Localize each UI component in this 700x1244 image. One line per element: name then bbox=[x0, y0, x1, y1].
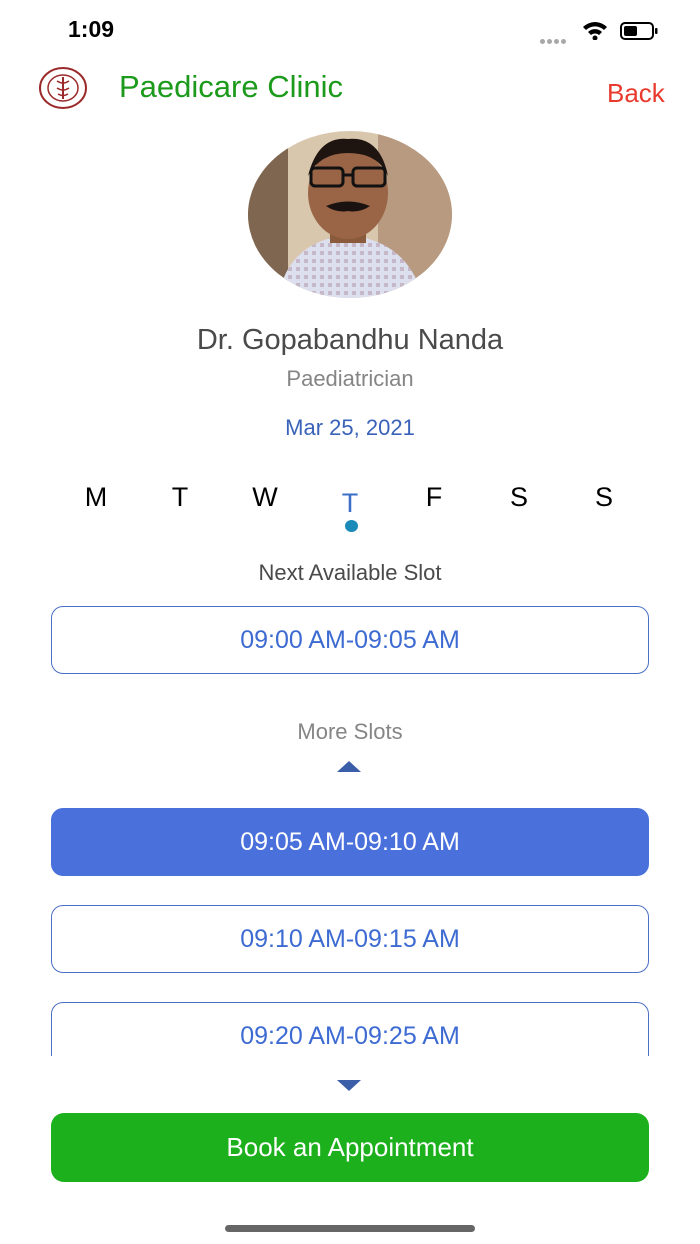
scroll-up-arrow-icon[interactable] bbox=[337, 761, 361, 772]
day-thursday-selected[interactable]: T bbox=[330, 488, 370, 519]
slot-button[interactable]: 09:10 AM-09:15 AM bbox=[51, 905, 649, 973]
more-slots-label: More Slots bbox=[297, 719, 403, 744]
cellular-signal-icon bbox=[540, 31, 574, 44]
clinic-logo-icon bbox=[38, 66, 88, 110]
selected-date: Mar 25, 2021 bbox=[285, 415, 415, 440]
selected-day-indicator bbox=[345, 520, 358, 532]
day-sunday[interactable]: S bbox=[584, 482, 624, 513]
slot-list-clip bbox=[0, 1056, 700, 1076]
day-monday[interactable]: M bbox=[76, 482, 116, 513]
wifi-icon bbox=[582, 20, 608, 41]
clinic-title: Paedicare Clinic bbox=[119, 69, 343, 104]
doctor-name: Dr. Gopabandhu Nanda bbox=[196, 324, 504, 356]
doctor-avatar bbox=[248, 131, 452, 298]
slot-button-selected[interactable]: 09:05 AM-09:10 AM bbox=[51, 808, 649, 876]
scroll-down-arrow-icon[interactable] bbox=[337, 1080, 361, 1091]
day-saturday[interactable]: S bbox=[499, 482, 539, 513]
day-wednesday[interactable]: W bbox=[245, 482, 285, 513]
home-indicator[interactable] bbox=[225, 1225, 475, 1232]
status-time: 1:09 bbox=[68, 16, 115, 42]
next-available-label: Next Available Slot bbox=[258, 560, 442, 585]
day-friday[interactable]: F bbox=[414, 482, 454, 513]
book-appointment-button[interactable]: Book an Appointment bbox=[51, 1113, 649, 1182]
battery-icon bbox=[620, 22, 658, 40]
doctor-specialty: Paediatrician bbox=[286, 366, 414, 391]
back-button[interactable]: Back bbox=[607, 78, 665, 109]
next-available-slot-button[interactable]: 09:00 AM-09:05 AM bbox=[51, 606, 649, 674]
day-tuesday[interactable]: T bbox=[160, 482, 200, 513]
